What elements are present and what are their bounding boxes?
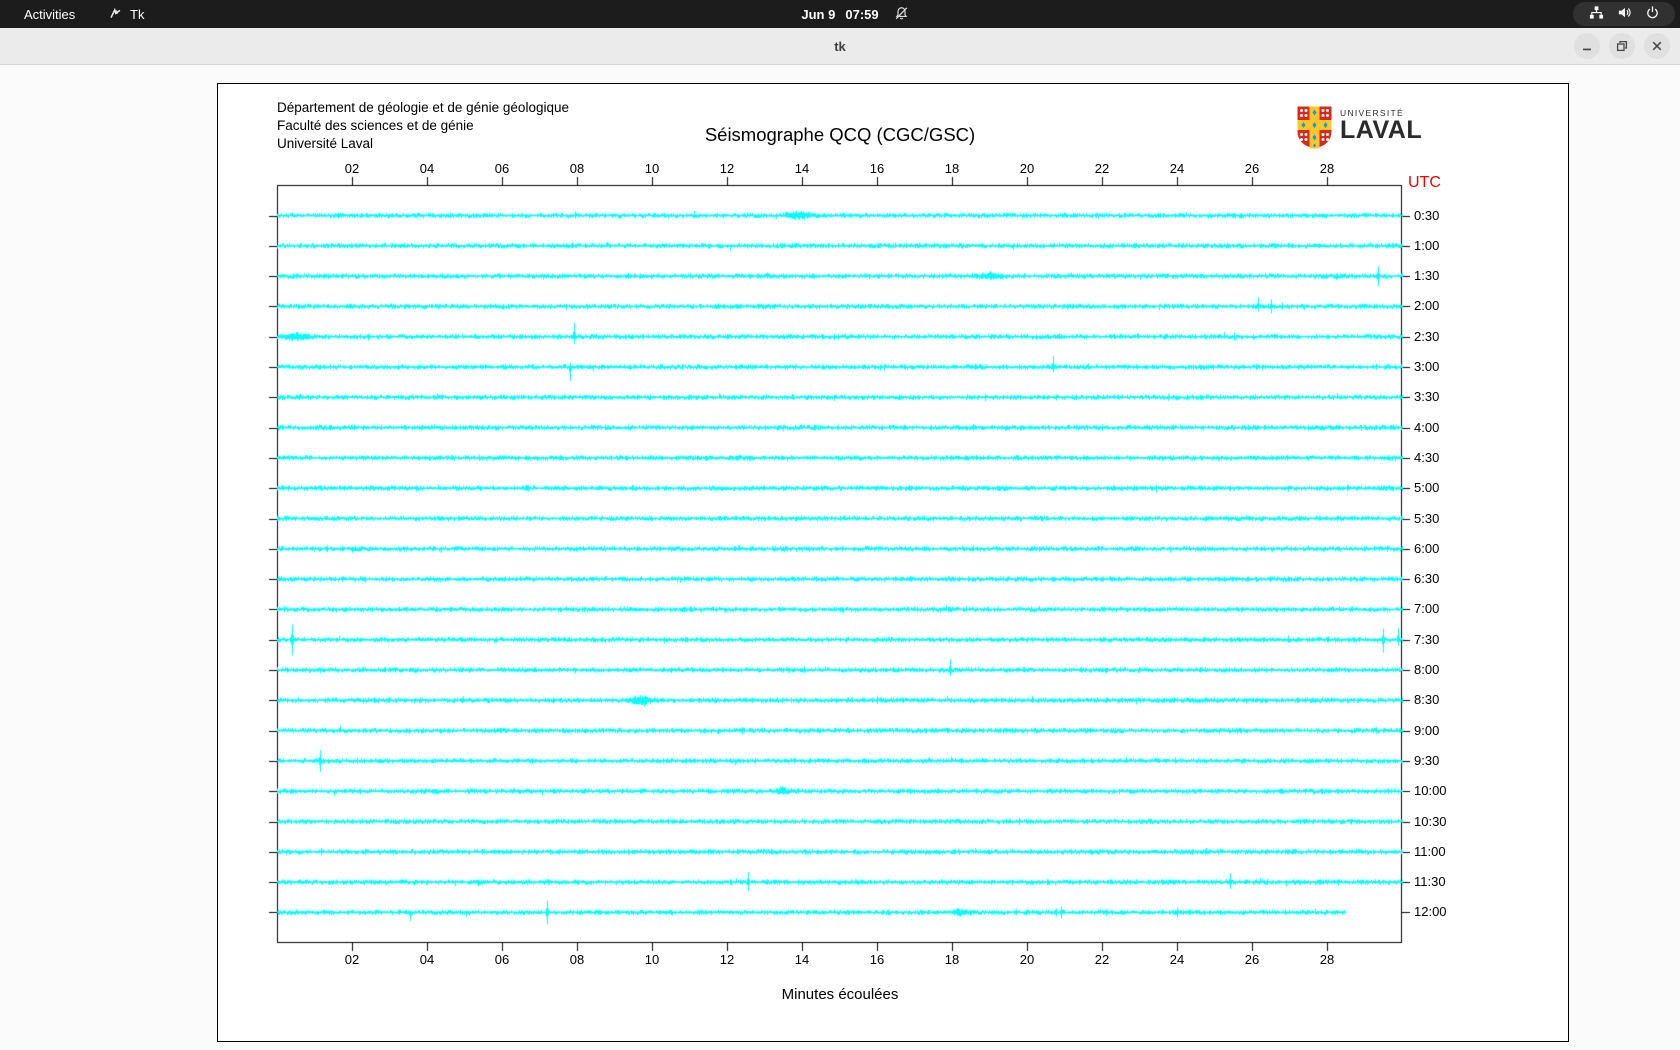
window-title-bar[interactable]: tk [0,28,1680,65]
tk-canvas-panel: Département de géologie et de génie géol… [217,83,1569,1042]
x-tick-label-bottom: 10 [644,952,660,967]
clock-time: 07:59 [845,6,879,22]
time-label: 2:30 [1414,328,1440,344]
time-label: 3:00 [1414,359,1440,374]
laval-shield-icon [1296,105,1333,155]
universite-laval-logo: UNIVERSITÉ LAVAL [1296,105,1422,155]
time-label: 4:30 [1414,449,1440,465]
time-label: 12:00 [1414,904,1447,920]
x-tick-label-top: 26 [1244,161,1260,176]
institution-line: Faculté des sciences et de génie [277,118,474,133]
x-tick-label-bottom: 12 [719,952,735,967]
time-label: 11:30 [1414,874,1446,890]
time-label: 6:30 [1414,571,1440,587]
x-tick-label-bottom: 22 [1094,952,1110,967]
tk-icon [108,5,123,23]
x-tick-label-top: 22 [1094,161,1110,176]
x-tick-label-top: 20 [1019,161,1035,176]
time-label: 6:00 [1414,540,1440,556]
time-label: 2:00 [1414,298,1440,314]
clock-button[interactable]: Jun 9 07:59 [801,7,878,22]
x-tick-label-bottom: 04 [419,952,435,967]
time-label: 9:00 [1414,722,1440,738]
time-label: 3:30 [1414,389,1440,405]
seismogram-canvas [218,84,1568,1041]
time-label: 1:30 [1414,268,1440,284]
x-tick-label-bottom: 18 [944,952,960,967]
x-tick-label-top: 10 [644,161,660,176]
focused-app-menu[interactable]: Tk [108,0,144,28]
time-label: 9:30 [1414,752,1440,768]
time-label: 4:00 [1414,419,1440,435]
x-tick-label-bottom: 08 [569,952,585,967]
time-label: 8:00 [1414,662,1440,677]
top-bar: Activities Tk Jun 9 07:59 [0,0,1680,28]
time-label: 7:00 [1414,601,1440,617]
network-icon [1589,5,1604,23]
x-tick-label-top: 02 [344,161,360,176]
utc-axis-label: UTC [1408,174,1441,191]
minimize-button[interactable] [1574,33,1600,59]
volume-icon [1617,5,1632,23]
window-title: tk [834,38,846,54]
x-tick-label-bottom: 14 [794,952,810,967]
institution-line: Département de géologie et de génie géol… [277,100,569,115]
x-tick-label-top: 04 [419,161,435,176]
close-button[interactable] [1644,33,1670,59]
time-label: 11:00 [1414,843,1446,859]
plot-title: Séismographe QCQ (CGC/GSC) [704,124,976,145]
time-label: 5:00 [1414,480,1440,496]
focused-app-name: Tk [130,6,145,22]
clock: Jun 9 07:59 [0,0,1680,28]
time-label: 10:30 [1414,813,1447,829]
x-tick-label-top: 06 [494,161,510,176]
institution-block: Département de géologie et de génie géol… [277,99,569,153]
x-tick-label-bottom: 24 [1169,952,1185,967]
time-label: 5:30 [1414,510,1440,526]
system-status-area[interactable] [1573,2,1675,26]
institution-line: Université Laval [277,136,374,151]
x-tick-label-bottom: 20 [1019,952,1035,967]
logo-laval-text: LAVAL [1340,116,1423,144]
restore-icon [1616,40,1628,52]
x-tick-label-bottom: 16 [869,952,885,967]
time-label: 1:00 [1414,237,1440,253]
x-tick-label-top: 18 [944,161,960,176]
time-label: 10:00 [1414,783,1447,799]
x-tick-label-top: 08 [569,161,585,176]
x-tick-label-bottom: 26 [1244,952,1260,967]
minimize-icon [1583,48,1591,51]
x-tick-label-top: 12 [719,161,735,176]
notifications-off-icon [893,5,910,25]
x-axis-title: Minutes écoulées [781,986,899,1003]
x-tick-label-bottom: 02 [344,952,360,967]
time-label: 0:30 [1414,207,1440,223]
x-tick-label-bottom: 28 [1319,952,1335,967]
power-icon [1645,5,1660,23]
close-icon [1652,41,1662,51]
x-tick-label-top: 28 [1319,161,1335,176]
clock-date: Jun 9 [801,6,836,22]
restore-button[interactable] [1609,33,1635,59]
x-tick-label-top: 16 [869,161,885,176]
x-tick-label-bottom: 06 [494,952,510,967]
x-tick-label-top: 14 [794,161,810,176]
x-tick-label-top: 24 [1169,161,1185,176]
activities-button[interactable]: Activities [14,0,85,28]
time-label: 7:30 [1414,631,1440,647]
time-label: 8:30 [1414,692,1440,708]
